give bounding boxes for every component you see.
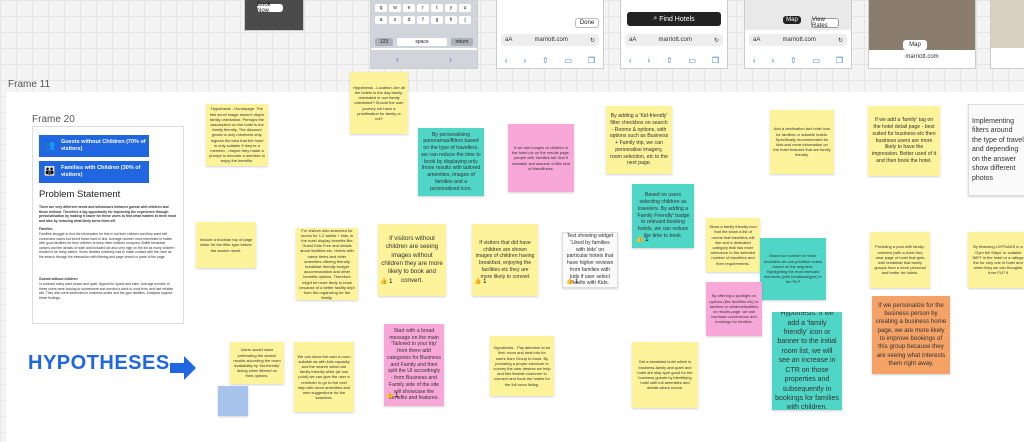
reaction-badge[interactable]: 👍 1 [474, 278, 486, 285]
bookmarks-icon[interactable]: ▭ [813, 56, 821, 65]
sticky-note[interactable]: Providing a pool with family-oriented (w… [870, 232, 930, 288]
sticky-note[interactable]: We can show the user a room suitable as … [294, 342, 354, 412]
families-text: Families struggle to find the informatio… [39, 232, 175, 259]
tabs-icon[interactable]: ❐ [712, 56, 719, 65]
url-bar[interactable]: aA marriott.com ↻ [501, 34, 599, 46]
url-bar[interactable]: aA marriott.com ↻ [625, 34, 723, 46]
return-key[interactable]: return [451, 38, 473, 46]
phone-screen-4: ⌕ Find Hotels aA marriott.com ↻ ‹ › ⇧ ▭ ❐ [620, 0, 728, 69]
reaction-badge[interactable]: 👍 1 [386, 392, 398, 399]
browser-toolbar: ‹ › ⇧ ▭ ❐ [497, 52, 603, 68]
guests-text: In contrast many want peace and quiet. A… [39, 282, 174, 300]
forward-icon[interactable]: › [449, 55, 452, 64]
share-icon[interactable]: ⇧ [790, 56, 797, 65]
url-text: marriott.com [905, 54, 939, 60]
bookmarks-icon[interactable]: ▭ [689, 56, 697, 65]
sticky-note[interactable]: By personalising panoramas/filters based… [418, 128, 484, 196]
share-icon[interactable]: ⇧ [666, 56, 673, 65]
sticky-note[interactable]: If we add images of children in the hote… [508, 124, 574, 192]
phone-screen-7 [990, 0, 1024, 69]
find-hotels-button[interactable]: ⌕ Find Hotels [627, 12, 721, 26]
frame-11-label: Frame 11 [8, 79, 51, 90]
reload-icon: ↻ [837, 37, 843, 44]
phone-screen-5: Map View Rates aA marriott.com ↻ ‹ › ⇧ ▭ ❐ [744, 0, 852, 69]
family-icon: 👪 [44, 166, 56, 176]
sticky-note-blank[interactable] [218, 386, 248, 416]
sticky-note[interactable]: Get a breakfast hotel which is business-… [632, 342, 698, 408]
forward-icon[interactable]: › [523, 56, 526, 65]
share-icon[interactable]: ⇧ [542, 56, 549, 65]
url-bar[interactable]: aA marriott.com ↻ [749, 34, 847, 46]
keyboard: q w e r t y u a s d f g h j 123 space re… [371, 0, 477, 48]
map-button[interactable]: Map [783, 16, 801, 24]
browser-toolbar: ‹ › [371, 50, 477, 68]
numbers-key[interactable]: 123 [375, 38, 393, 46]
back-icon[interactable]: ‹ [396, 55, 399, 64]
back-icon[interactable]: ‹ [505, 56, 508, 65]
phone-screen-1: Book Now [244, 0, 304, 31]
browser-toolbar: ‹ › ⇧ ▭ ❐ [621, 52, 727, 68]
back-icon[interactable]: ‹ [753, 56, 756, 65]
tabs-icon[interactable]: ❐ [588, 56, 595, 65]
done-button[interactable]: Done [575, 18, 599, 28]
guests-without-children-card: 👥 Guests without Children (70% of visito… [39, 135, 149, 157]
families-title: Families [39, 227, 53, 231]
reload-icon: ↻ [589, 37, 595, 44]
sticky-note[interactable]: If visitors that did have children are s… [472, 224, 538, 296]
frame-20-label: Frame 20 [32, 114, 75, 125]
problem-paragraph: There are very different needs and behav… [39, 205, 177, 223]
people-icon: 👥 [44, 140, 56, 150]
sticky-note[interactable]: Hypothesis: If we add a 'family friendly… [772, 312, 842, 410]
families-with-children-card: 👪 Families with Children (30% of visitor… [39, 161, 149, 183]
reaction-badge[interactable]: 👍 1 [566, 278, 578, 285]
sticky-note[interactable]: By offering a spotlight on options (like… [706, 282, 762, 336]
sticky-note[interactable]: Hypothesis - Pay attention to be first: … [490, 336, 554, 396]
browser-toolbar: ‹ › ⇧ ▭ ❐ [745, 52, 851, 68]
sticky-note[interactable]: If visitors without children are seeing … [378, 224, 446, 296]
phone-screen-6: Map marriott.com [868, 0, 976, 69]
forward-icon[interactable]: › [771, 56, 774, 65]
arrow-right-icon [170, 356, 196, 380]
sticky-note[interactable]: Hypothesis - Homepage: The first scroll … [206, 104, 268, 166]
forward-icon[interactable]: › [647, 56, 650, 65]
sticky-note[interactable]: By adding a 'Kid-friendly' filter checkb… [606, 106, 672, 174]
sticky-note[interactable]: For visitors who searched for rooms for … [296, 228, 358, 300]
map-button[interactable]: Map [903, 40, 927, 50]
bookmarks-icon[interactable]: ▭ [565, 56, 573, 65]
problem-statement-doc: 👥 Guests without Children (70% of visito… [32, 126, 184, 324]
problem-statement-heading: Problem Statement [39, 189, 121, 200]
sticky-note[interactable]: By featuring LXPS/ADS in a 'Gym full Sta… [968, 232, 1024, 288]
sticky-note[interactable]: Users would value pretending the search … [230, 342, 284, 384]
sticky-note[interactable]: Add a destination fact hotel icon for fa… [770, 110, 834, 174]
sticky-note[interactable]: Show a family friendly icon that the sho… [706, 218, 760, 272]
reaction-badge[interactable]: 👍 1 [380, 278, 392, 285]
sticky-note[interactable]: Implementing filters around the type of … [968, 104, 1024, 196]
hypotheses-label: HYPOTHESES [28, 352, 170, 374]
space-key[interactable]: space [397, 38, 447, 46]
sticky-note[interactable]: If we personalize for the business perso… [872, 296, 950, 374]
sticky-note[interactable]: Based on number of minor travellers we c… [760, 238, 826, 300]
sticky-note[interactable]: Hypothesis - Location: Are all the hotel… [350, 72, 408, 134]
back-icon[interactable]: ‹ [629, 56, 632, 65]
phone-screen-3: Done aA marriott.com ↻ ‹ › ⇧ ▭ ❐ [496, 0, 604, 69]
book-now-button[interactable]: Book Now [257, 2, 283, 14]
reload-icon: ↻ [713, 37, 719, 44]
sticky-note[interactable]: Include a boolean top of page slider for… [196, 222, 256, 268]
tabs-icon[interactable]: ❐ [836, 56, 843, 65]
sticky-note[interactable]: If we add a 'family' tag on the hotel de… [868, 106, 940, 176]
phone-screen-2: q w e r t y u a s d f g h j 123 space re… [370, 0, 478, 69]
reaction-badge[interactable]: 👍 1 [636, 236, 648, 243]
view-rates-button[interactable]: View Rates [811, 17, 839, 29]
guests-title: Guests without children [39, 277, 78, 281]
